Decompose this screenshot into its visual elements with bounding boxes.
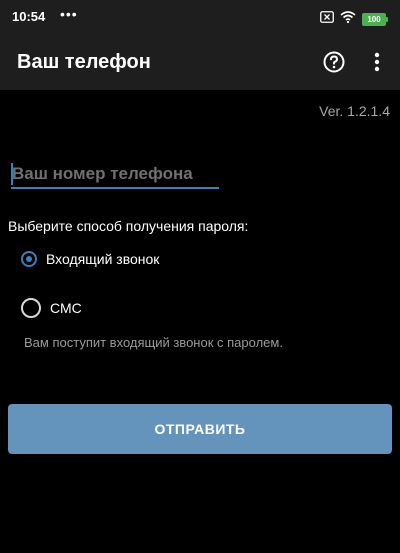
version-label: Ver. 1.2.1.4 [319, 103, 390, 119]
method-hint-text: Вам поступит входящий звонок с паролем. [24, 335, 283, 350]
phone-input-container [11, 160, 219, 191]
overflow-menu-button[interactable] [364, 48, 390, 76]
app-bar: Ваш телефон [0, 34, 400, 90]
status-icons: 100 [320, 10, 388, 28]
phone-number-input[interactable] [11, 160, 219, 189]
wifi-icon [340, 10, 356, 28]
password-method-label: Выберите способ получения пароля: [8, 218, 249, 234]
sim-off-icon [320, 10, 334, 28]
help-button[interactable] [320, 48, 348, 76]
help-circle-icon [323, 51, 345, 73]
radio-unchecked-icon [21, 298, 41, 318]
status-time: 10:54 [12, 9, 46, 24]
battery-icon: 100 [362, 12, 388, 26]
notification-dots: ••• [60, 6, 78, 22]
more-vert-icon [374, 52, 380, 72]
text-cursor [11, 163, 13, 185]
radio-label-sms: СМС [50, 300, 82, 316]
status-bar: 10:54 ••• 100 [0, 0, 400, 34]
radio-sms[interactable]: СМС [21, 296, 82, 320]
radio-checked-icon [21, 251, 37, 267]
radio-label-incoming-call: Входящий звонок [46, 251, 160, 267]
submit-button[interactable]: ОТПРАВИТЬ [8, 404, 392, 454]
page-title: Ваш телефон [17, 51, 151, 73]
radio-incoming-call[interactable]: Входящий звонок [21, 247, 159, 271]
